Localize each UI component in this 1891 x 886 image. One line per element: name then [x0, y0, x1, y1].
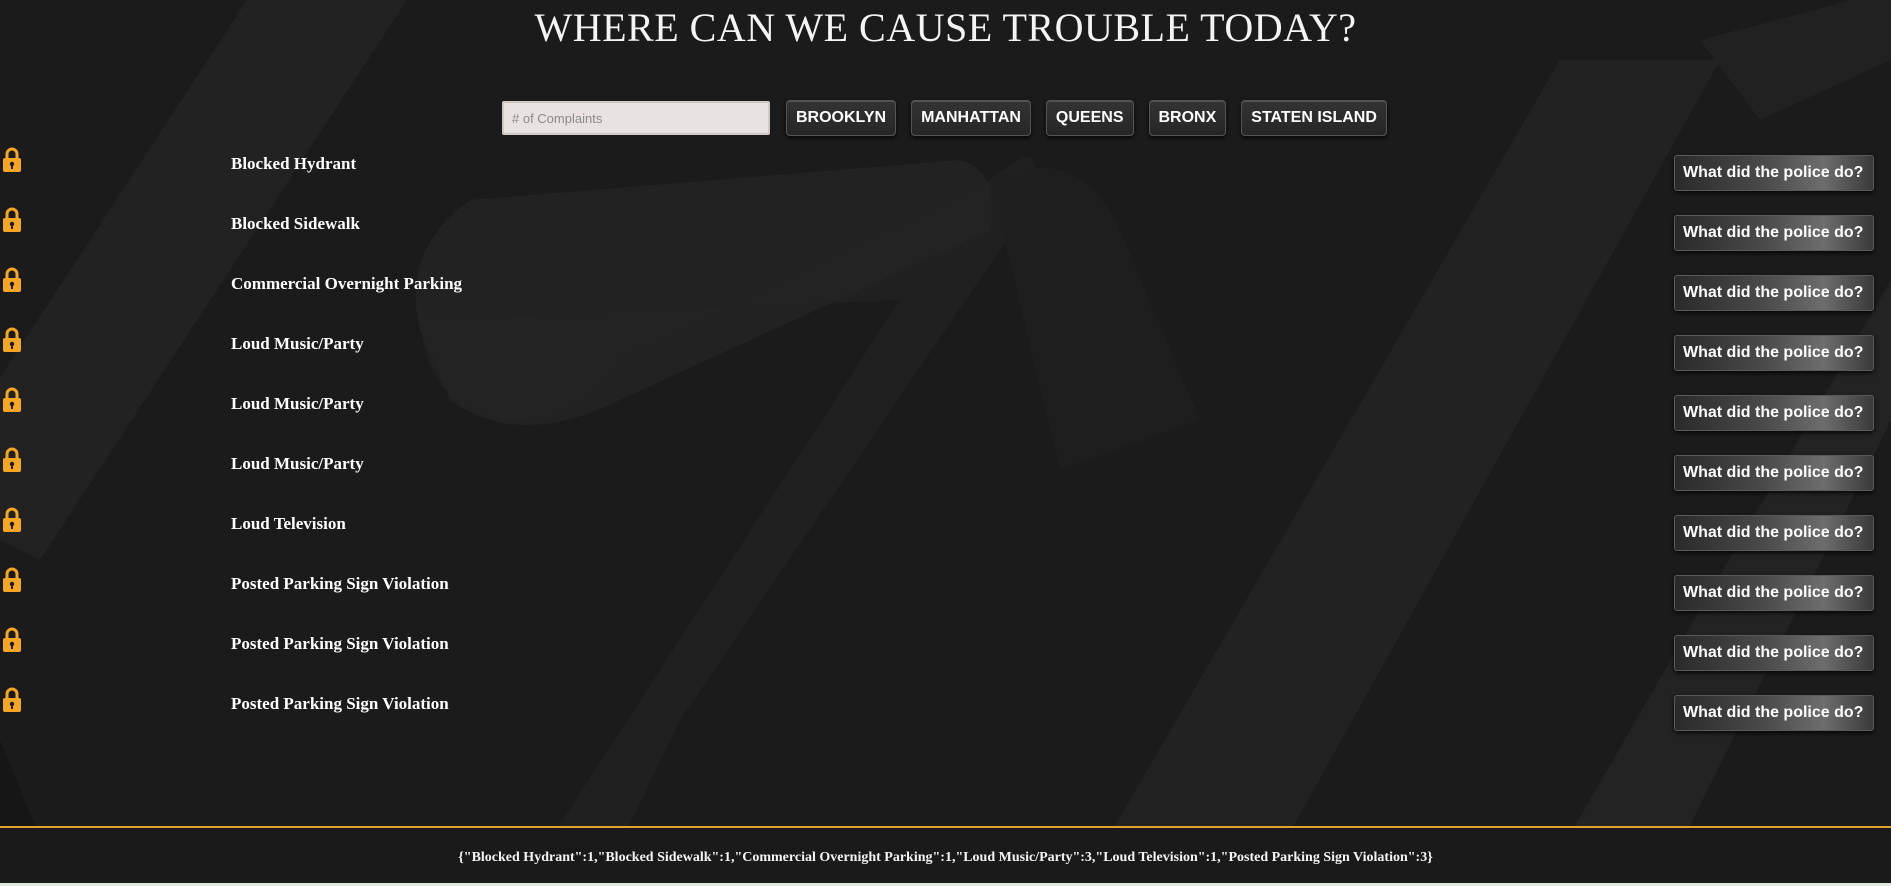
complaint-type: Posted Parking Sign Violation [231, 634, 449, 653]
police-action-button[interactable]: What did the police do? [1674, 335, 1874, 371]
lock-icon[interactable] [2, 267, 22, 293]
complaint-type: Posted Parking Sign Violation [231, 574, 449, 593]
complaint-row: Loud Television What did the police do? [0, 504, 1891, 564]
complaint-type: Posted Parking Sign Violation [231, 694, 449, 713]
complaint-type: Loud Music/Party [231, 334, 364, 353]
lock-icon[interactable] [2, 207, 22, 233]
complaint-list: Blocked Hydrant What did the police do? … [0, 144, 1891, 744]
police-action-button[interactable]: What did the police do? [1674, 515, 1874, 551]
complaint-row: Commercial Overnight Parking What did th… [0, 264, 1891, 324]
police-action-button[interactable]: What did the police do? [1674, 155, 1874, 191]
complaint-row: Loud Music/Party What did the police do? [0, 384, 1891, 444]
complaint-summary: {"Blocked Hydrant":1,"Blocked Sidewalk":… [458, 850, 1433, 865]
borough-button-bronx[interactable]: BRONX [1148, 100, 1227, 136]
complaint-row: Posted Parking Sign Violation What did t… [0, 684, 1891, 744]
complaint-row: Blocked Sidewalk What did the police do? [0, 204, 1891, 264]
police-action-button[interactable]: What did the police do? [1674, 275, 1874, 311]
complaint-row: Loud Music/Party What did the police do? [0, 324, 1891, 384]
police-action-button[interactable]: What did the police do? [1674, 395, 1874, 431]
lock-icon[interactable] [2, 387, 22, 413]
complaint-type: Loud Television [231, 514, 346, 533]
police-action-button[interactable]: What did the police do? [1674, 455, 1874, 491]
footer: {"Blocked Hydrant":1,"Blocked Sidewalk":… [0, 826, 1891, 886]
complaint-row: Blocked Hydrant What did the police do? [0, 144, 1891, 204]
lock-icon[interactable] [2, 507, 22, 533]
page: WHERE CAN WE CAUSE TROUBLE TODAY? BROOKL… [0, 0, 1891, 886]
page-title: WHERE CAN WE CAUSE TROUBLE TODAY? [534, 5, 1357, 50]
complaints-count-input[interactable] [502, 101, 770, 135]
police-action-button[interactable]: What did the police do? [1674, 575, 1874, 611]
complaint-row: Loud Music/Party What did the police do? [0, 444, 1891, 504]
police-action-button[interactable]: What did the police do? [1674, 695, 1874, 731]
police-action-button[interactable]: What did the police do? [1674, 215, 1874, 251]
borough-button-manhattan[interactable]: MANHATTAN [911, 100, 1031, 136]
complaint-type: Blocked Sidewalk [231, 214, 360, 233]
complaint-type: Commercial Overnight Parking [231, 274, 463, 293]
lock-icon[interactable] [2, 447, 22, 473]
lock-icon[interactable] [2, 627, 22, 653]
borough-button-brooklyn[interactable]: BROOKLYN [786, 100, 897, 136]
complaint-row: Posted Parking Sign Violation What did t… [0, 564, 1891, 624]
borough-button-queens[interactable]: QUEENS [1045, 100, 1134, 136]
borough-button-staten-island[interactable]: STATEN ISLAND [1241, 100, 1387, 136]
filter-controls: BROOKLYN MANHATTAN QUEENS BRONX STATEN I… [502, 100, 1402, 136]
complaint-type: Loud Music/Party [231, 394, 364, 413]
lock-icon[interactable] [2, 327, 22, 353]
complaint-type: Blocked Hydrant [231, 154, 357, 173]
police-action-button[interactable]: What did the police do? [1674, 635, 1874, 671]
complaint-row: Posted Parking Sign Violation What did t… [0, 624, 1891, 684]
lock-icon[interactable] [2, 147, 22, 173]
lock-icon[interactable] [2, 687, 22, 713]
complaint-type: Loud Music/Party [231, 454, 364, 473]
lock-icon[interactable] [2, 567, 22, 593]
